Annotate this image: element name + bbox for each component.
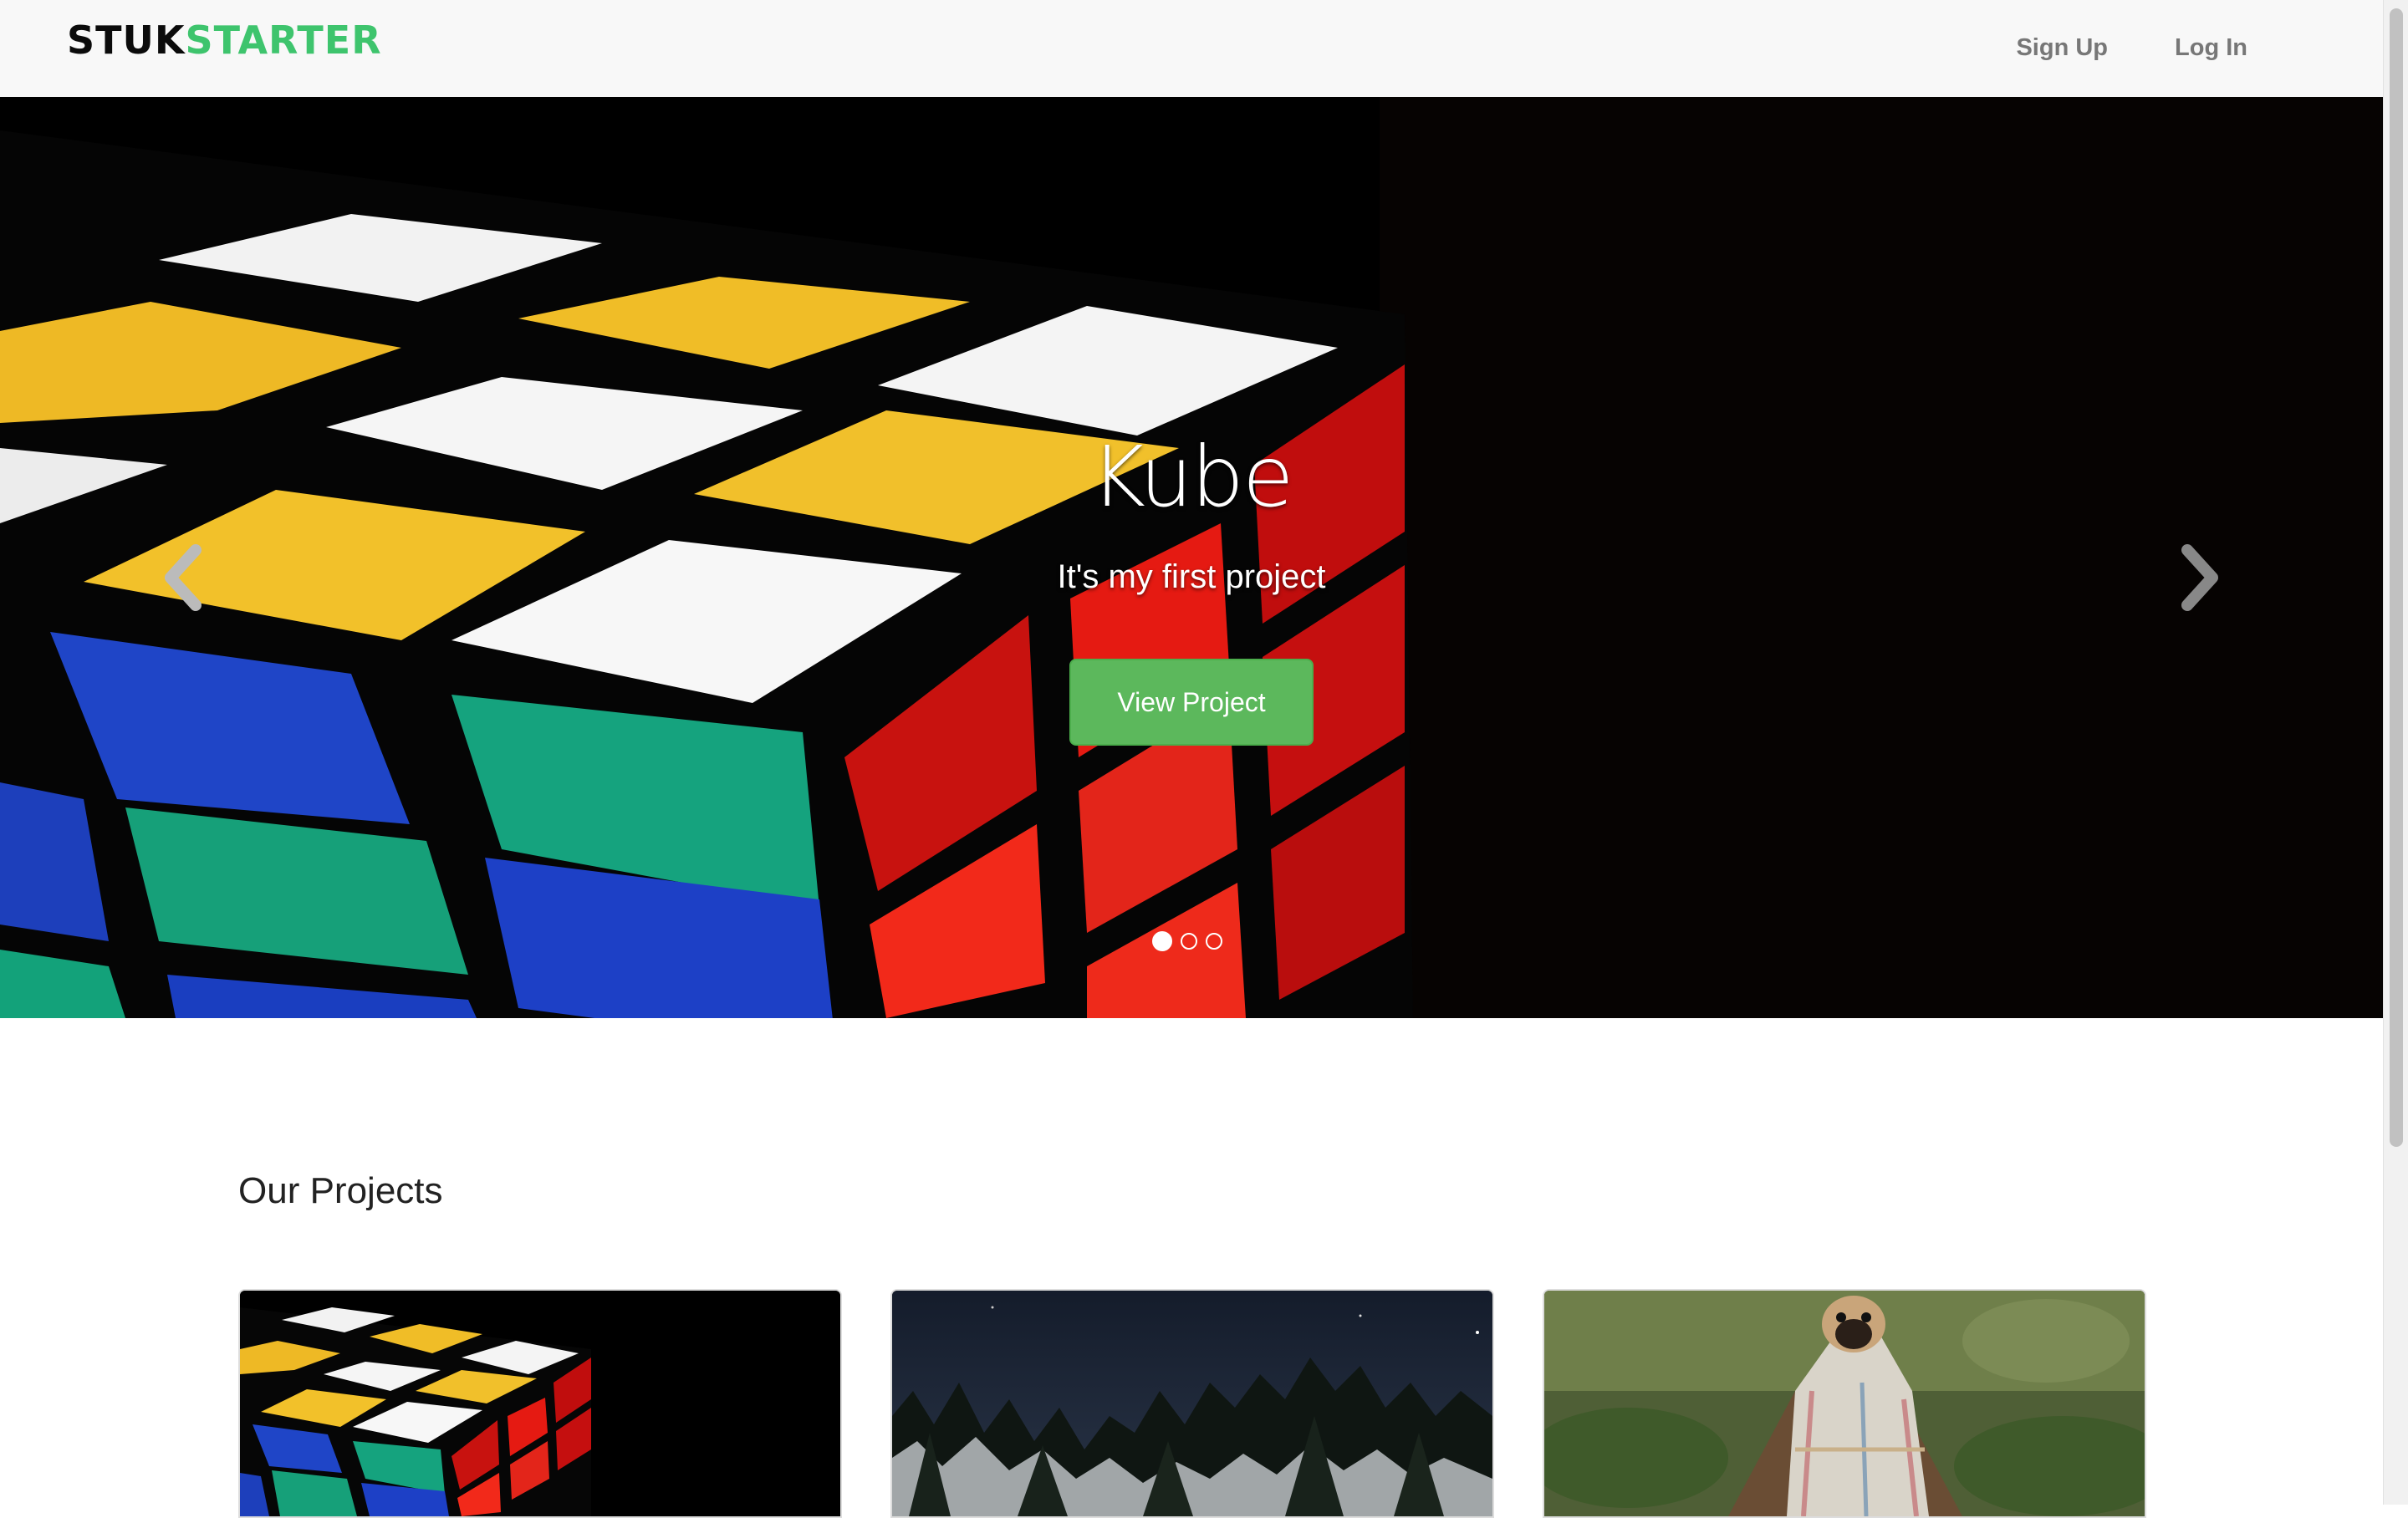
brand-logo[interactable]: STUKSTARTER	[67, 15, 382, 65]
navbar: STUKSTARTER Sign Up Log In	[0, 0, 2383, 99]
project-card-rubiks-cube[interactable]	[238, 1289, 842, 1518]
snowy-forest-image	[892, 1291, 1492, 1516]
carousel-prev-button[interactable]	[159, 540, 209, 615]
carousel-indicators	[1152, 931, 1222, 951]
carousel-indicator-1[interactable]	[1152, 931, 1172, 951]
chevron-right-icon	[2181, 544, 2218, 611]
hero-title: Kube	[1090, 428, 1294, 526]
project-card-snowy-forest[interactable]	[890, 1289, 1494, 1518]
carousel-indicator-3[interactable]	[1206, 933, 1222, 950]
brand-logo-part2: STARTER	[185, 18, 382, 63]
brand-logo-part1: STUK	[67, 18, 186, 63]
carousel-next-button[interactable]	[2174, 540, 2224, 615]
project-card-pug[interactable]	[1543, 1289, 2146, 1518]
hero-subtitle: It's my first project	[1057, 558, 1326, 595]
view-project-button[interactable]: View Project	[1069, 659, 1314, 746]
hero-caption: Kube It's my first project View Project	[941, 415, 1442, 746]
scrollbar-thumb[interactable]	[2390, 8, 2403, 1147]
nav-links: Sign Up Log In	[1982, 0, 2281, 95]
sign-up-link[interactable]: Sign Up	[1982, 0, 2141, 95]
hero-carousel: Kube It's my first project View Project	[0, 97, 2383, 1018]
log-in-link[interactable]: Log In	[2141, 0, 2281, 95]
our-projects-heading: Our Projects	[238, 1170, 443, 1211]
page-scrollbar[interactable]	[2383, 0, 2408, 1505]
pug-in-blanket-image	[1544, 1291, 2145, 1516]
rubiks-cube-image	[240, 1291, 840, 1516]
chevron-left-icon	[165, 544, 202, 611]
carousel-indicator-2[interactable]	[1181, 933, 1197, 950]
